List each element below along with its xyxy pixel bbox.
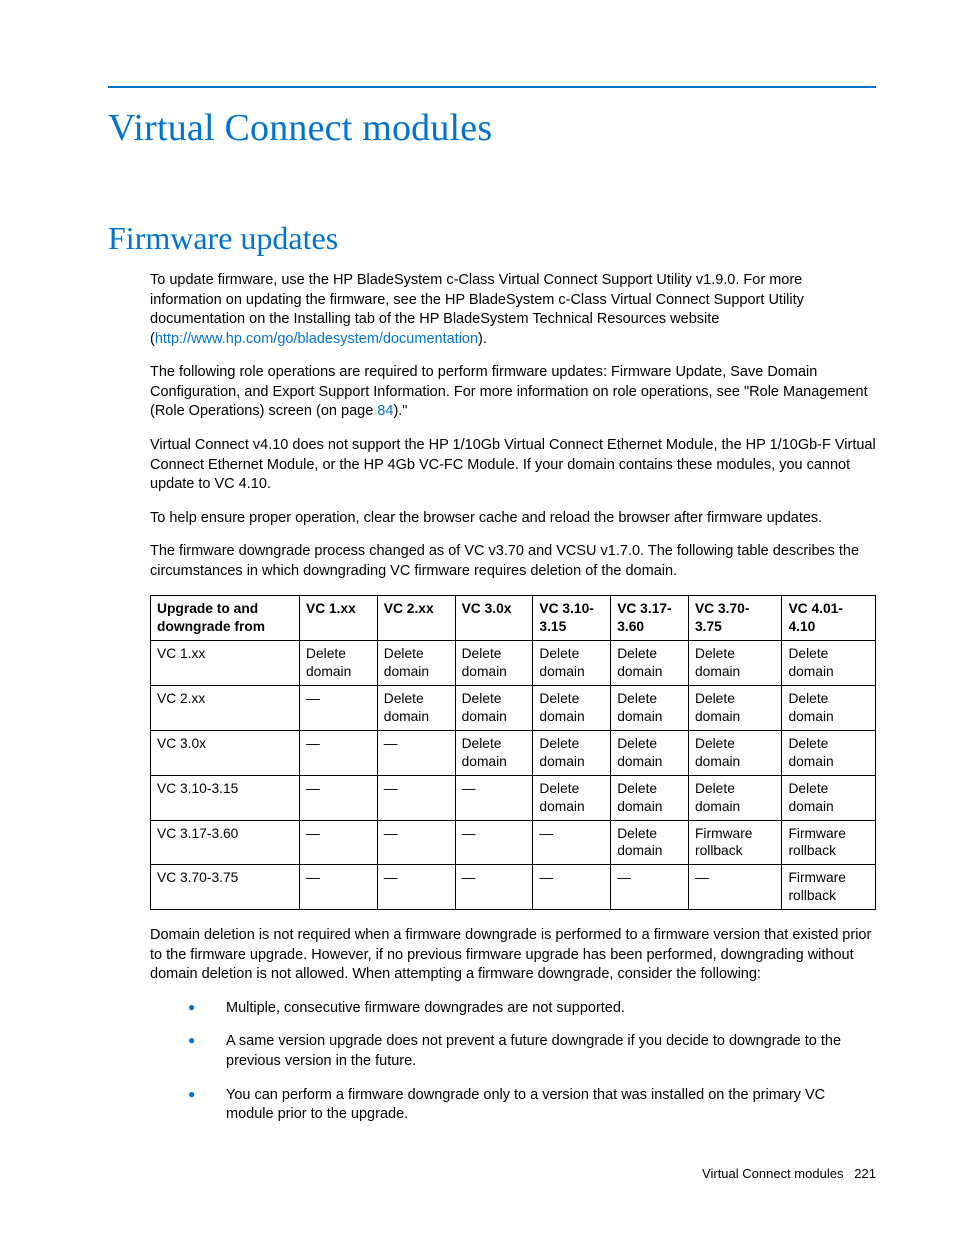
table-header-cell: Upgrade to and downgrade from [151,596,300,641]
para-support: Virtual Connect v4.10 does not support t… [150,436,876,495]
table-cell: — [611,865,689,910]
table-cell: — [455,775,533,820]
table-cell: — [455,865,533,910]
table-cell: — [377,865,455,910]
top-rule [108,86,876,88]
table-header-cell: VC 3.0x [455,596,533,641]
table-header-cell: VC 1.xx [300,596,378,641]
table-cell: Delete domain [455,686,533,731]
table-cell: Delete domain [688,641,781,686]
table-header-cell: VC 4.01-4.10 [782,596,876,641]
table-cell: — [533,865,611,910]
table-cell: — [300,730,378,775]
table-cell: Delete domain [782,641,876,686]
table-cell: Delete domain [455,730,533,775]
table-cell: Delete domain [688,686,781,731]
table-row: VC 3.10-3.15———Delete domainDelete domai… [151,775,876,820]
list-item: You can perform a firmware downgrade onl… [150,1086,876,1125]
para-roles-text-b: )." [393,403,407,419]
table-body: VC 1.xxDelete domainDelete domainDelete … [151,641,876,910]
para-cache: To help ensure proper operation, clear t… [150,509,876,529]
table-row: VC 3.17-3.60————Delete domainFirmware ro… [151,820,876,865]
para-intro-text-b: ). [478,331,487,347]
table-cell: — [377,820,455,865]
table-cell: — [688,865,781,910]
table-cell: Delete domain [377,641,455,686]
table-cell: Firmware rollback [688,820,781,865]
table-cell: Delete domain [611,820,689,865]
para-deletion: Domain deletion is not required when a f… [150,926,876,985]
table-cell: VC 3.0x [151,730,300,775]
table-cell: Delete domain [611,730,689,775]
table-cell: Delete domain [611,686,689,731]
table-cell: — [377,730,455,775]
table-cell: Delete domain [533,775,611,820]
list-item: A same version upgrade does not prevent … [150,1032,876,1071]
table-cell: Firmware rollback [782,820,876,865]
table-cell: VC 3.17-3.60 [151,820,300,865]
table-cell: Delete domain [688,730,781,775]
table-cell: Firmware rollback [782,865,876,910]
para-roles-text-a: The following role operations are requir… [150,364,868,419]
para-downgrade: The firmware downgrade process changed a… [150,542,876,581]
table-header-cell: VC 3.10-3.15 [533,596,611,641]
table-cell: Delete domain [611,641,689,686]
doc-link[interactable]: http://www.hp.com/go/bladesystem/documen… [155,331,478,347]
table-cell: Delete domain [782,730,876,775]
page-ref[interactable]: 84 [377,403,393,419]
table-row: VC 1.xxDelete domainDelete domainDelete … [151,641,876,686]
table-cell: — [300,775,378,820]
table-cell: Delete domain [300,641,378,686]
table-cell: — [533,820,611,865]
table-cell: VC 3.70-3.75 [151,865,300,910]
table-cell: — [377,775,455,820]
table-cell: — [300,820,378,865]
downgrade-table: Upgrade to and downgrade fromVC 1.xxVC 2… [150,595,876,910]
table-cell: — [455,820,533,865]
table-row: VC 3.70-3.75——————Firmware rollback [151,865,876,910]
table-cell: — [300,865,378,910]
para-intro: To update firmware, use the HP BladeSyst… [150,271,876,349]
table-cell: Delete domain [377,686,455,731]
table-header-cell: VC 2.xx [377,596,455,641]
body-content: To update firmware, use the HP BladeSyst… [150,271,876,1125]
table-cell: VC 3.10-3.15 [151,775,300,820]
table-cell: Delete domain [782,775,876,820]
table-header-cell: VC 3.70-3.75 [688,596,781,641]
table-cell: Delete domain [611,775,689,820]
table-cell: Delete domain [533,641,611,686]
page-footer: Virtual Connect modules 221 [702,1166,876,1181]
page-title: Virtual Connect modules [108,106,876,150]
footer-label: Virtual Connect modules [702,1166,843,1181]
list-item: Multiple, consecutive firmware downgrade… [150,999,876,1019]
table-cell: Delete domain [455,641,533,686]
table-cell: VC 1.xx [151,641,300,686]
section-title: Firmware updates [108,220,876,257]
para-roles: The following role operations are requir… [150,363,876,422]
table-row: VC 2.xx—Delete domainDelete domainDelete… [151,686,876,731]
bullet-list: Multiple, consecutive firmware downgrade… [150,999,876,1125]
table-cell: Delete domain [688,775,781,820]
table-cell: Delete domain [782,686,876,731]
table-cell: VC 2.xx [151,686,300,731]
table-row: VC 3.0x——Delete domainDelete domainDelet… [151,730,876,775]
table-cell: — [300,686,378,731]
table-header-row: Upgrade to and downgrade fromVC 1.xxVC 2… [151,596,876,641]
table-cell: Delete domain [533,686,611,731]
table-cell: Delete domain [533,730,611,775]
table-header-cell: VC 3.17-3.60 [611,596,689,641]
footer-page: 221 [854,1166,876,1181]
